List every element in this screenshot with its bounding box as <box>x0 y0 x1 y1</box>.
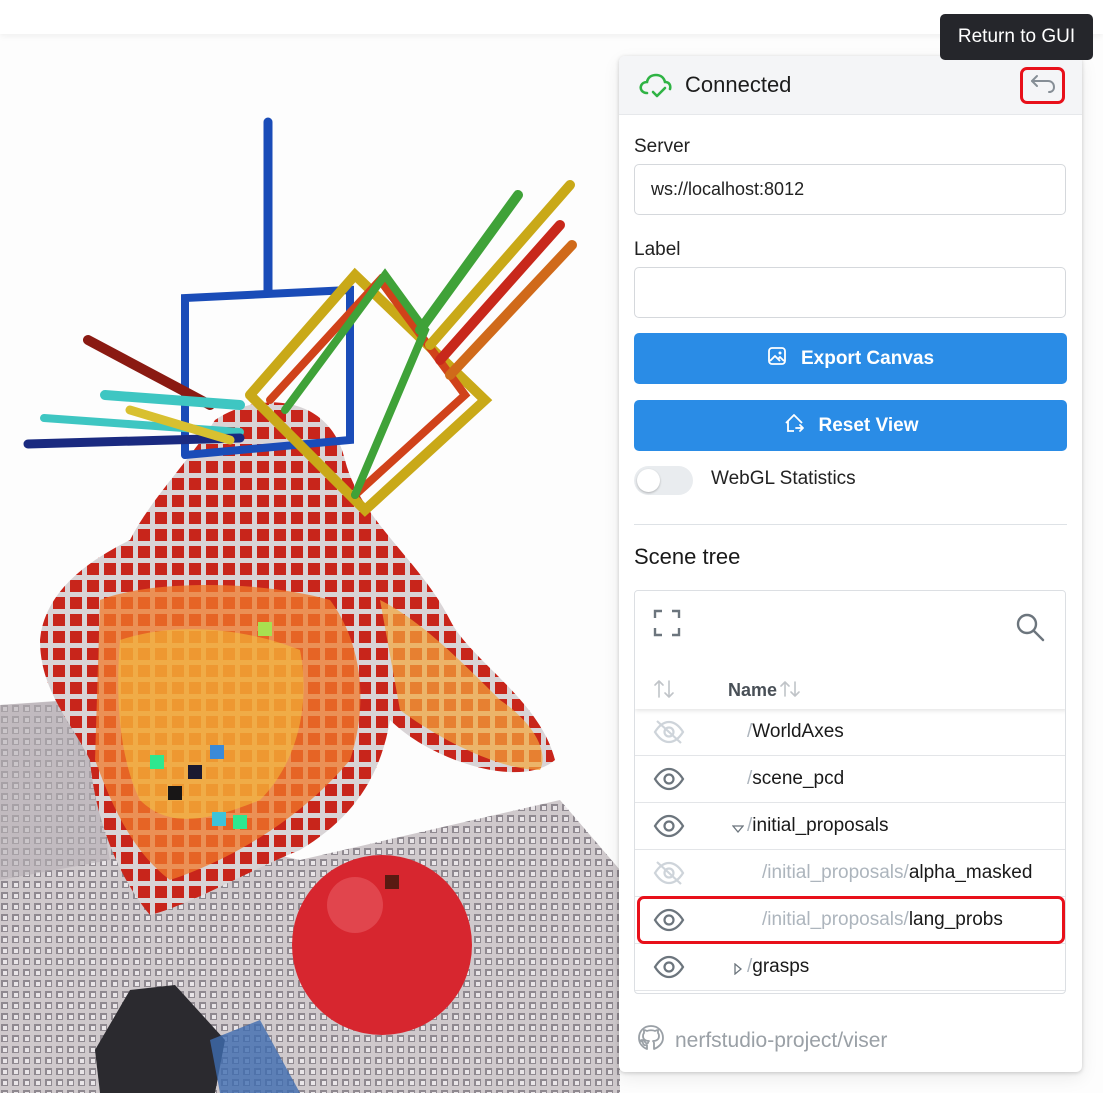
caret-right-icon[interactable] <box>733 962 743 980</box>
export-canvas-button[interactable]: Export Canvas <box>634 333 1067 384</box>
github-link[interactable]: nerfstudio-project/viser <box>637 1024 887 1058</box>
tree-row-worldaxes[interactable]: /WorldAxes <box>635 709 1065 756</box>
tree-row-label: /scene_pcd <box>747 768 845 789</box>
tree-row-label: /WorldAxes <box>747 721 844 742</box>
tree-row-lang-probs[interactable]: /initial_proposals/lang_probs <box>635 896 1065 944</box>
return-to-gui-button[interactable] <box>1020 67 1065 104</box>
top-bar <box>0 0 1103 34</box>
eye-off-icon[interactable] <box>653 860 685 891</box>
export-canvas-label: Export Canvas <box>800 347 935 369</box>
tree-row-label: /initial_proposals/alpha_masked <box>762 862 1033 883</box>
name-column-label: Name <box>728 680 778 700</box>
eye-icon[interactable] <box>653 954 685 985</box>
tree-row-label: /grasps <box>747 956 810 977</box>
scene-tree-toolbar: Name <box>635 591 1065 709</box>
return-arrow-icon <box>1030 72 1056 99</box>
label-field-label: Label <box>634 239 681 260</box>
eye-off-icon[interactable] <box>653 719 685 750</box>
tree-row-label: /initial_proposals/lang_probs <box>762 909 1003 930</box>
name-column-header[interactable]: Name <box>728 678 801 703</box>
caret-down-icon[interactable] <box>731 821 745 839</box>
return-to-gui-tooltip: Return to GUI <box>940 14 1093 60</box>
expand-all-icon[interactable] <box>653 609 681 642</box>
tree-row-alpha-masked[interactable]: /initial_proposals/alpha_masked <box>635 850 1065 897</box>
apple-pointcloud <box>292 855 472 1035</box>
connection-status: Connected <box>685 72 792 97</box>
github-repo-label: nerfstudio-project/viser <box>675 1029 888 1052</box>
sort-column-icon <box>779 678 801 703</box>
toggle-knob <box>637 469 660 492</box>
tree-row-initial-proposals[interactable]: /initial_proposals <box>635 803 1065 850</box>
eye-icon[interactable] <box>653 766 685 797</box>
label-input[interactable] <box>634 267 1066 318</box>
tree-row-scene-pcd[interactable]: /scene_pcd <box>635 756 1065 803</box>
webgl-statistics-label: WebGL Statistics <box>711 468 856 489</box>
cloud-check-icon <box>638 72 672 105</box>
scene-tree-title: Scene tree <box>634 544 741 569</box>
panel-header: Connected <box>619 56 1082 115</box>
tree-row-grasps[interactable]: /grasps <box>635 944 1065 991</box>
scene-tree-table: Name /WorldAxes /scene_pcd /initial_prop… <box>634 590 1066 994</box>
webgl-statistics-toggle[interactable] <box>634 466 693 495</box>
github-icon <box>637 1024 665 1058</box>
reset-view-label: Reset View <box>818 414 919 436</box>
home-arrow-icon <box>783 412 805 440</box>
server-input[interactable]: ws://localhost:8012 <box>634 164 1066 215</box>
search-icon[interactable] <box>1015 612 1045 647</box>
control-panel: Connected Server ws://localhost:8012 Lab… <box>619 56 1082 1072</box>
tree-row-label: /initial_proposals <box>747 815 889 836</box>
server-label: Server <box>634 136 690 157</box>
reset-view-button[interactable]: Reset View <box>634 400 1067 451</box>
image-icon <box>767 346 787 372</box>
section-divider <box>634 524 1067 525</box>
eye-icon[interactable] <box>653 907 685 938</box>
sort-arrows-icon[interactable] <box>653 679 675 704</box>
eye-icon[interactable] <box>653 813 685 844</box>
